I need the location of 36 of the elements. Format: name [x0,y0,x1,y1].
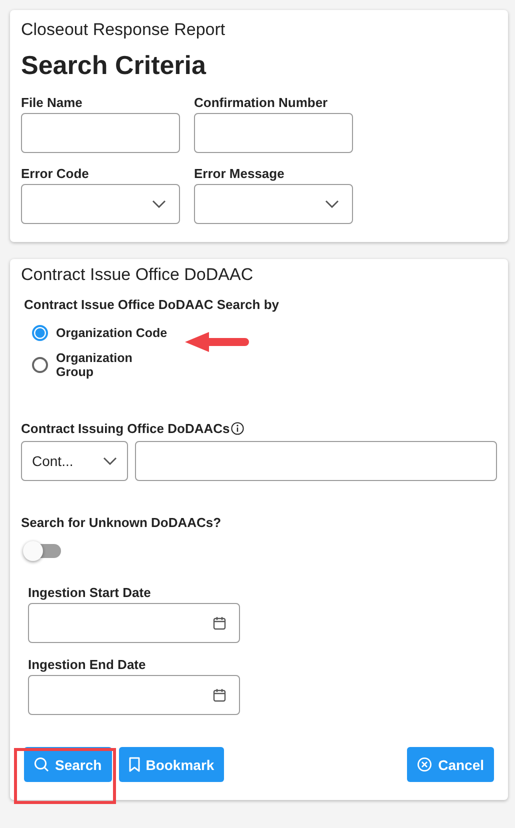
bookmark-icon [128,757,140,772]
field-label: Error Code [21,166,90,181]
field-label: Ingestion End Date [28,657,147,672]
radio-option[interactable]: Organization Code [32,325,192,341]
radio-option[interactable]: Organization Group [32,351,192,379]
field-label: Error Message [194,166,286,181]
calendar-icon [213,688,226,702]
date-field[interactable] [28,603,240,643]
chevron-down-icon [103,457,117,465]
section-heading: Contract Issue Office DoDAAC [21,265,254,285]
date-field[interactable] [28,675,240,715]
field-label: Contract Issuing Office DoDAACs [21,421,230,436]
field-label: Contract Issue Office DoDAAC Search by [24,297,280,312]
select-field[interactable] [194,184,353,224]
field-label: Search for Unknown DoDAACs? [21,515,222,530]
toggle-switch[interactable] [23,541,63,561]
arrow-annotation [185,332,249,352]
calendar-icon [213,616,226,630]
section-heading: Search Criteria [21,50,208,81]
radio-button[interactable] [32,325,48,341]
input-field[interactable] [21,113,180,153]
input-field[interactable] [135,441,497,481]
field-label: Ingestion Start Date [28,585,152,600]
search-icon [34,757,49,772]
report-title: Closeout Response Report [21,20,226,40]
select-field[interactable] [21,184,180,224]
chevron-down-icon [152,200,166,208]
field-label: File Name [21,95,84,110]
radio-button[interactable] [32,357,48,373]
field-label: Confirmation Number [194,95,329,110]
input-field[interactable] [194,113,353,153]
chevron-down-icon [325,200,339,208]
info-icon [230,422,244,435]
select-field[interactable]: Cont... [21,441,128,481]
select-value: Cont... [32,453,74,469]
cancel-icon [417,757,432,772]
